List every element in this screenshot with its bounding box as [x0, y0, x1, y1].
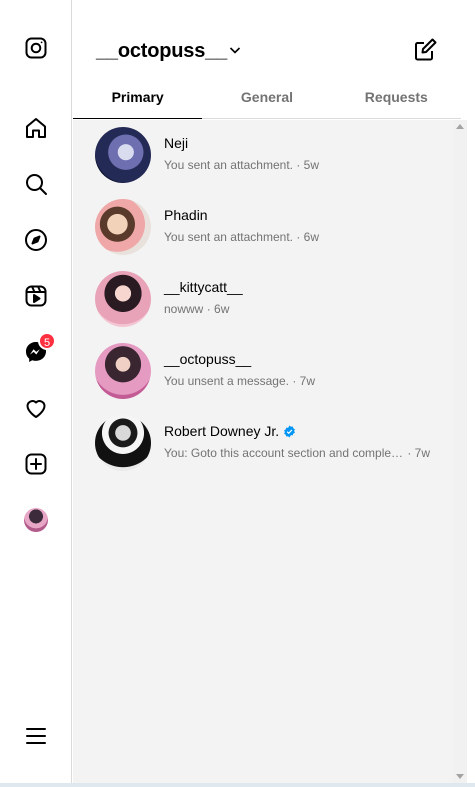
separator-dot: · — [288, 374, 300, 388]
conversation-row[interactable]: __octopuss__ You unsent a message. · 7w — [73, 336, 453, 408]
conversation-list: Neji You sent an attachment. · 5w Phadin… — [73, 120, 453, 783]
conversation-name: Phadin — [164, 207, 208, 223]
tab-primary[interactable]: Primary — [73, 78, 203, 119]
separator-dot: · — [292, 158, 304, 172]
conversation-name: __octopuss__ — [164, 351, 252, 367]
conversation-avatar — [95, 271, 151, 327]
create-plus-icon[interactable] — [16, 444, 56, 484]
direct-messages-panel: __octopuss__ Primary General Requests Ne… — [73, 0, 475, 783]
separator-dot: · — [292, 230, 304, 244]
new-message-icon[interactable] — [413, 38, 437, 62]
conversation-row[interactable]: Phadin You sent an attachment. · 6w — [73, 192, 453, 264]
conversation-time: 7w — [414, 446, 431, 460]
conversation-avatar — [95, 415, 151, 471]
conversation-name: __kittycatt__ — [164, 279, 243, 295]
explore-compass-icon[interactable] — [16, 220, 56, 260]
messenger-icon[interactable]: 5 — [16, 332, 56, 372]
conversation-row[interactable]: Neji You sent an attachment. · 5w — [73, 120, 453, 192]
more-menu-icon[interactable] — [16, 716, 56, 756]
dm-header: __octopuss__ — [73, 0, 475, 76]
profile-avatar[interactable] — [16, 500, 56, 540]
conversation-preview: You: Goto this account section and compl… — [164, 446, 404, 460]
conversation-preview: You sent an attachment. — [164, 158, 293, 172]
account-switcher-username[interactable]: __octopuss__ — [96, 40, 227, 63]
conversation-time: 5w — [303, 158, 319, 172]
separator-dot: · — [203, 302, 215, 316]
home-icon[interactable] — [16, 108, 56, 148]
scroll-up-arrow-icon[interactable] — [456, 124, 464, 129]
left-nav-rail: 5 — [0, 0, 72, 783]
conversation-avatar — [95, 343, 151, 399]
reels-icon[interactable] — [16, 276, 56, 316]
conversation-row[interactable]: __kittycatt__ nowww · 6w — [73, 264, 453, 336]
scroll-down-arrow-icon[interactable] — [456, 774, 464, 779]
conversation-preview: nowww — [164, 302, 204, 316]
profile-avatar-image — [24, 508, 48, 532]
notifications-heart-icon[interactable] — [16, 388, 56, 428]
conversation-time: 7w — [299, 374, 315, 388]
conversation-time: 6w — [303, 230, 319, 244]
conversation-preview: You sent an attachment. — [164, 230, 293, 244]
search-icon[interactable] — [16, 164, 56, 204]
conversation-name: Neji — [164, 135, 189, 151]
conversation-preview: You unsent a message. — [164, 374, 289, 388]
conversation-row[interactable]: Robert Downey Jr. You: Goto this account… — [73, 408, 453, 480]
conversation-avatar — [95, 199, 151, 255]
conversation-name: Robert Downey Jr. — [164, 423, 280, 439]
conversation-time: 6w — [214, 302, 230, 316]
verified-badge-icon — [284, 425, 296, 437]
separator-dot: · — [404, 446, 415, 460]
conversation-avatar — [95, 127, 151, 183]
message-tabs: Primary General Requests — [73, 78, 461, 119]
chevron-down-icon[interactable] — [228, 43, 242, 57]
unread-messages-badge: 5 — [38, 332, 56, 350]
window-bottom-edge — [0, 783, 475, 787]
conversation-scrollbar[interactable] — [453, 120, 467, 783]
tab-general[interactable]: General — [202, 78, 331, 118]
instagram-logo-icon[interactable] — [16, 28, 56, 68]
tab-requests[interactable]: Requests — [332, 78, 461, 118]
